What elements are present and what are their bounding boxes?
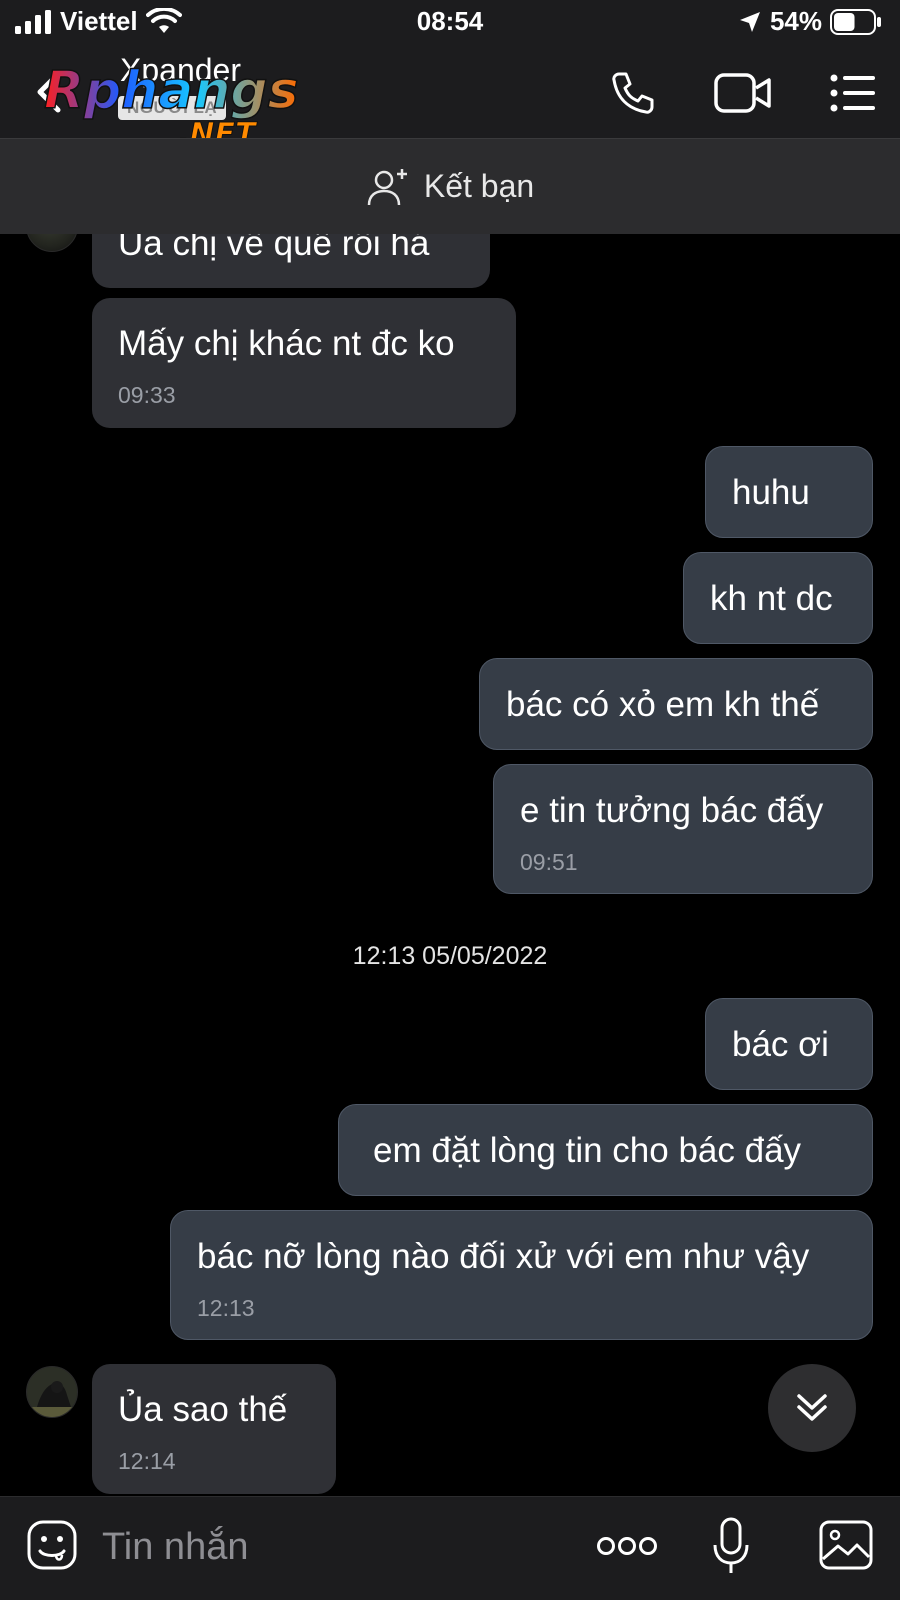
back-icon[interactable] <box>30 68 70 116</box>
location-icon <box>739 11 760 32</box>
message-bubble[interactable]: em đặt lòng tin cho bác đấy <box>338 1104 873 1196</box>
message-bubble[interactable]: kh nt dc <box>683 552 873 644</box>
video-call-icon[interactable] <box>714 72 772 114</box>
message-bubble[interactable]: Ủa sao thế 12:14 <box>92 1364 336 1494</box>
message-bubble[interactable]: bác có xỏ em kh thế <box>479 658 873 750</box>
chat-header: Xpander NGƯỜI LẠ Rphangs .NET <box>0 46 900 152</box>
add-friend-icon <box>367 168 407 205</box>
add-friend-button[interactable]: Kết bạn <box>0 138 900 234</box>
message-time: 12:14 <box>118 1448 176 1474</box>
scroll-down-icon <box>797 1394 827 1421</box>
message-list[interactable]: Ủa chị về quê rồi há Mấy chị khác nt đc … <box>0 234 900 1496</box>
stranger-badge: NGƯỜI LẠ <box>118 96 227 120</box>
message-bubble[interactable]: Ủa chị về quê rồi há <box>92 234 490 288</box>
message-bubble[interactable]: bác ơi <box>705 998 873 1090</box>
image-icon[interactable] <box>818 1519 874 1571</box>
message-bubble[interactable]: bác nỡ lòng nào đối xử với em như vậy 12… <box>170 1210 873 1340</box>
message-bubble[interactable]: Mấy chị khác nt đc ko 09:33 <box>92 298 516 428</box>
scroll-down-button[interactable] <box>768 1364 856 1452</box>
microphone-icon[interactable] <box>712 1517 750 1577</box>
menu-icon[interactable] <box>830 73 876 113</box>
contact-avatar[interactable] <box>26 234 78 252</box>
message-bubble[interactable]: e tin tưởng bác đấy 09:51 <box>493 764 873 894</box>
status-bar: Viettel 08:54 54% <box>0 0 900 46</box>
message-bubble[interactable]: huhu <box>705 446 873 538</box>
status-right: 54% <box>738 6 882 37</box>
call-icon[interactable] <box>610 70 656 116</box>
battery-percent: 54% <box>769 6 822 36</box>
message-time: 09:33 <box>118 382 176 408</box>
add-friend-label: Kết bạn <box>423 168 535 204</box>
message-time: 09:51 <box>520 849 578 875</box>
message-input[interactable] <box>102 1519 562 1575</box>
emoji-icon[interactable] <box>26 1519 78 1571</box>
avatar-image <box>27 1367 77 1417</box>
message-time: 12:13 <box>197 1295 255 1321</box>
contact-name[interactable]: Xpander <box>120 52 241 89</box>
contact-avatar[interactable] <box>26 1366 78 1418</box>
message-composer <box>0 1496 900 1600</box>
more-icon[interactable] <box>596 1535 658 1557</box>
date-separator: 12:13 05/05/2022 <box>352 942 548 970</box>
battery-icon <box>830 8 881 35</box>
